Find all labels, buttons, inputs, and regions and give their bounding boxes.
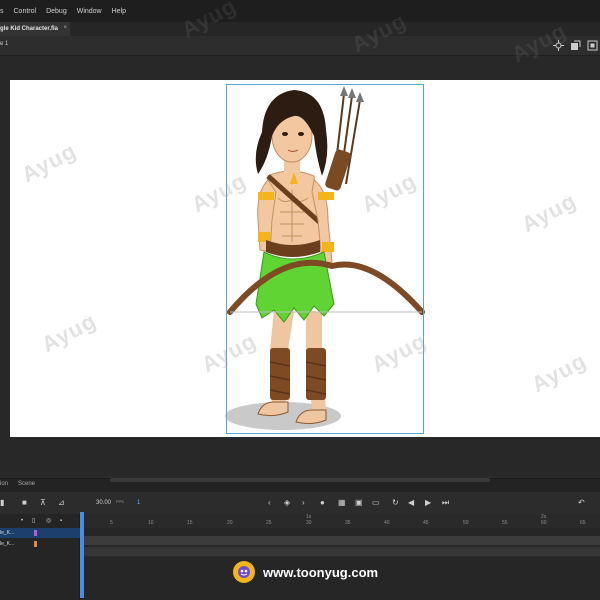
layer-name: le_K... — [0, 541, 15, 547]
ruler-tick-label: 20 — [227, 520, 233, 526]
menu-bar: s Control Debug Window Help — [0, 0, 600, 22]
frame-track[interactable] — [84, 536, 600, 546]
timeline-toolbar: ▮ ■ ⊼ ⊿ 30.00 FPS 1 ‹ ◈ › ● ▦ ▣ ▭ ↻ ◀ ▶ … — [0, 492, 600, 514]
layer-row[interactable]: le_K... — [0, 528, 80, 538]
edit-multiple-frames-icon[interactable]: ▦ — [338, 498, 346, 508]
camera-icon[interactable]: ■ — [22, 498, 27, 508]
playhead[interactable] — [80, 512, 84, 598]
document-tab[interactable]: gle Kid Character.fla × — [0, 22, 70, 36]
ruler-tick-label: 40 — [384, 520, 390, 526]
ruler-tick-label: 45 — [423, 520, 429, 526]
lock-icon[interactable]: ▪ — [60, 516, 62, 526]
tab-timeline[interactable]: ion — [0, 481, 8, 487]
menu-item-help[interactable]: Help — [107, 8, 131, 15]
outline-icon[interactable]: ▯ — [32, 516, 35, 526]
horizontal-scrollbar[interactable] — [110, 478, 490, 482]
graph-editor-icon[interactable]: ⊿ — [58, 498, 65, 508]
fps-unit: FPS — [116, 499, 124, 504]
document-tab-row: gle Kid Character.fla × — [0, 22, 600, 36]
insert-keyframe-icon[interactable]: ◈ — [284, 498, 290, 508]
ruler-tick-label: 25 — [266, 520, 272, 526]
website-url: www.toonyug.com — [263, 564, 379, 580]
menu-item-debug[interactable]: Debug — [41, 8, 72, 15]
layer-parenting-icon[interactable]: ⊼ — [40, 498, 46, 508]
ruler-tick-label: 50 — [463, 520, 469, 526]
step-forward-icon[interactable]: ⏭ — [442, 498, 449, 508]
ruler-tick-label: 30 — [306, 520, 312, 526]
branding-banner: www.toonyug.com — [233, 560, 413, 584]
show-hide-all-icon[interactable]: • — [21, 516, 23, 526]
chevron-left-icon[interactable]: ‹ — [268, 498, 271, 508]
visibility-icon[interactable]: ◎ — [46, 516, 51, 526]
layer-name: le_K... — [0, 530, 15, 536]
ruler-tick-label: 35 — [345, 520, 351, 526]
layer-color-swatch — [34, 530, 37, 536]
panel-menu-icon[interactable]: ▮ — [0, 498, 4, 508]
play-icon[interactable]: ▶ — [425, 498, 431, 508]
delete-frame-icon[interactable]: ▭ — [372, 498, 380, 508]
ruler-tick-label: 60 — [541, 520, 547, 526]
close-icon[interactable]: × — [63, 25, 67, 31]
layer-row[interactable]: le_K... — [0, 539, 80, 549]
chevron-right-icon[interactable]: › — [302, 498, 305, 508]
fps-value[interactable]: 30.00 — [96, 500, 111, 506]
undo-icon[interactable]: ↶ — [578, 498, 585, 508]
toonyug-logo-icon — [233, 561, 255, 583]
frame-track[interactable] — [84, 547, 600, 557]
view-options-icon[interactable] — [587, 40, 598, 51]
ruler-tick-label: 5 — [110, 520, 113, 526]
onion-skin-icon[interactable]: ● — [320, 498, 325, 508]
ruler-seconds-label: 1s — [306, 514, 312, 520]
menu-item-commands[interactable]: s — [0, 8, 9, 15]
clip-content-icon[interactable] — [570, 40, 581, 51]
step-back-icon[interactable]: ◀ — [408, 498, 414, 508]
menu-item-window[interactable]: Window — [72, 8, 107, 15]
scene-selector[interactable]: e 1 — [0, 41, 8, 47]
loop-icon[interactable]: ↻ — [392, 498, 399, 508]
document-tab-title: gle Kid Character.fla — [0, 26, 59, 32]
current-frame[interactable]: 1 — [137, 500, 140, 506]
ruler-seconds-label: 2s — [541, 514, 547, 520]
layer-color-swatch — [34, 541, 37, 547]
insert-frame-icon[interactable]: ▣ — [355, 498, 363, 508]
frame-ruler[interactable]: 5 10 15 20 25 30 1s 35 40 45 50 55 60 2s… — [80, 514, 600, 528]
tab-scene[interactable]: Scene — [18, 481, 35, 487]
selection-bounding-box — [226, 84, 424, 434]
ruler-tick-label: 65 — [580, 520, 586, 526]
ruler-tick-label: 15 — [187, 520, 193, 526]
menu-item-control[interactable]: Control — [9, 8, 42, 15]
layer-panel: • ▯ ◎ ▪ le_K... le_K... — [0, 514, 80, 600]
ruler-tick-label: 10 — [148, 520, 154, 526]
ruler-tick-label: 55 — [502, 520, 508, 526]
